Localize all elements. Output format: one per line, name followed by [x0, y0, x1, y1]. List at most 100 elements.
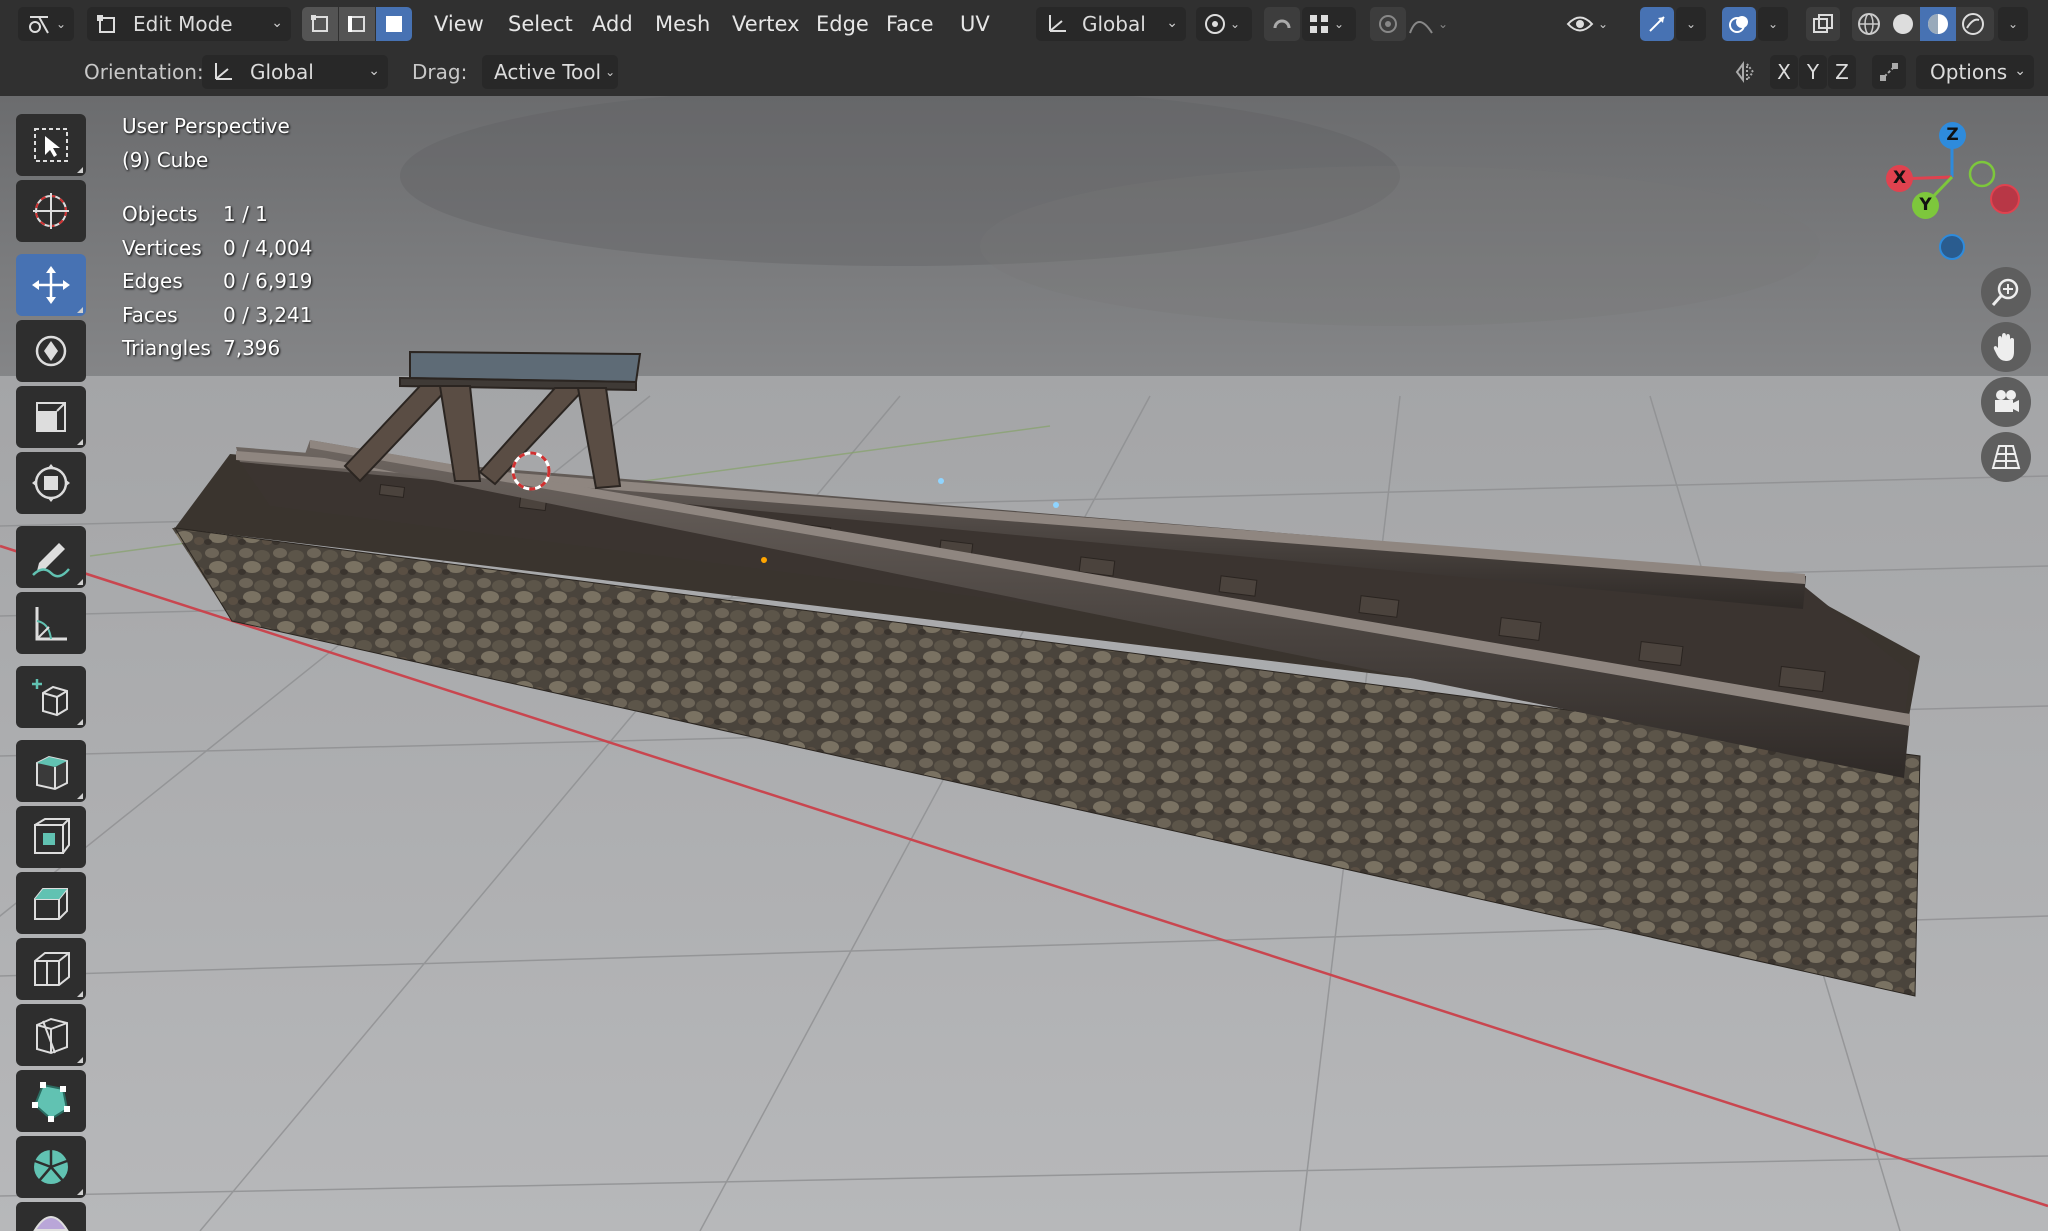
zoom-icon — [1991, 278, 2019, 306]
magnet-icon — [1273, 19, 1291, 29]
gizmo-neg-z — [1939, 234, 1965, 260]
cursor-tool[interactable] — [16, 180, 86, 242]
viewport-header: ⌄ Edit Mode ⌄ View Select Add Mesh Verte… — [0, 0, 2048, 49]
solid-sphere-icon — [1893, 14, 1913, 34]
menu-vertex[interactable]: Vertex — [724, 9, 808, 39]
transform-orientation-dropdown[interactable]: Global ⌄ — [1036, 7, 1186, 41]
orientation-axes-icon — [1049, 15, 1066, 32]
pivot-point-dropdown[interactable]: ⌄ — [1196, 7, 1252, 41]
solid-shading-button[interactable] — [1886, 7, 1920, 41]
mirror-toggle[interactable] — [1730, 55, 1760, 89]
3d-viewport[interactable]: User Perspective (9) Cube Objects 1 / 1 … — [0, 96, 2048, 1231]
menu-face[interactable]: Face — [878, 9, 942, 39]
stat-label: Triangles — [122, 336, 211, 360]
mode-dropdown[interactable]: Edit Mode ⌄ — [87, 7, 291, 41]
transform-icon — [32, 464, 70, 502]
perspective-toggle-button[interactable] — [1981, 432, 2031, 482]
orientation-field-label: Orientation: — [84, 60, 204, 84]
rotate-tool[interactable] — [16, 320, 86, 382]
mirror-y-button[interactable]: Y — [1799, 55, 1827, 89]
stat-value: 7,396 — [223, 336, 281, 360]
cursor-icon — [33, 193, 69, 229]
shading-mode-group — [1852, 7, 1994, 41]
editor-type-button[interactable]: ⌄ — [18, 7, 74, 41]
xray-toggle[interactable] — [1806, 7, 1840, 41]
measure-tool[interactable] — [16, 592, 86, 654]
extrude-region-tool[interactable] — [16, 740, 86, 802]
xray-icon — [1813, 14, 1833, 33]
stat-label: Edges — [122, 269, 183, 293]
loop-cut-tool[interactable] — [16, 938, 86, 1000]
menu-add[interactable]: Add — [584, 9, 641, 39]
overlays-toggle[interactable] — [1722, 7, 1756, 41]
proportional-edit-toggle[interactable] — [1370, 7, 1406, 41]
menu-uv[interactable]: UV — [952, 9, 998, 39]
select-box-tool[interactable] — [16, 114, 86, 176]
view-name: User Perspective — [122, 114, 290, 138]
chevron-down-icon: ⌄ — [1166, 15, 1178, 31]
mirror-z-button[interactable]: Z — [1828, 55, 1856, 89]
menu-edge[interactable]: Edge — [808, 9, 877, 39]
pan-button[interactable] — [1981, 322, 2031, 372]
menu-view[interactable]: View — [426, 9, 492, 39]
overlays-dropdown[interactable]: ⌄ — [1758, 7, 1788, 41]
stat-value: 0 / 3,241 — [223, 303, 313, 327]
shading-dropdown[interactable]: ⌄ — [1998, 7, 2028, 41]
orientation-dropdown[interactable]: Global ⌄ — [202, 55, 388, 89]
orientation-label: Global — [1082, 12, 1146, 36]
menu-mesh[interactable]: Mesh — [647, 9, 718, 39]
object-origin — [761, 557, 767, 563]
knife-tool[interactable] — [16, 1004, 86, 1066]
visibility-dropdown[interactable]: ⌄ — [1566, 7, 1620, 41]
stat-label: Faces — [122, 303, 178, 327]
material-sphere-icon — [1928, 14, 1948, 34]
gizmo-dropdown[interactable]: ⌄ — [1676, 7, 1706, 41]
smooth-icon — [33, 1216, 69, 1231]
drag-dropdown[interactable]: Active Tool ⌄ — [482, 55, 618, 89]
gizmo-z-handle[interactable]: Z — [1939, 122, 1966, 149]
menu-select[interactable]: Select — [500, 9, 581, 39]
smooth-tool[interactable] — [16, 1202, 86, 1231]
move-tool[interactable] — [16, 254, 86, 316]
camera-icon — [1995, 390, 2019, 412]
gizmo-arrow-icon — [1649, 16, 1665, 32]
edge-select-button[interactable] — [339, 7, 375, 41]
proportional-falloff-dropdown[interactable]: ⌄ — [1408, 7, 1464, 41]
face-select-button[interactable] — [376, 7, 412, 41]
gizmo-x-handle[interactable]: X — [1886, 165, 1913, 192]
stat-label: Objects — [122, 202, 198, 226]
transform-tool[interactable] — [16, 452, 86, 514]
annotate-tool[interactable] — [16, 526, 86, 588]
snap-toggle[interactable] — [1264, 7, 1300, 41]
bevel-tool[interactable] — [16, 872, 86, 934]
ruler-icon — [35, 607, 67, 641]
vertex-select-icon — [311, 15, 328, 32]
gizmo-y-handle[interactable]: Y — [1912, 192, 1939, 219]
bevel-icon — [34, 888, 68, 920]
face-select-icon — [386, 16, 402, 32]
spin-tool[interactable] — [16, 1136, 86, 1198]
navigation-gizmo[interactable]: Z X Y — [1870, 115, 2030, 265]
add-cube-icon — [32, 679, 68, 717]
grid-perspective-icon — [1991, 445, 2021, 469]
orientation-axes-icon — [215, 63, 232, 80]
tool-settings-bar: Orientation: Global ⌄ Drag: Active Tool … — [0, 48, 2048, 96]
inset-faces-tool[interactable] — [16, 806, 86, 868]
topology-mirror-button[interactable] — [1872, 55, 1906, 89]
wireframe-shading-button[interactable] — [1852, 7, 1886, 41]
zoom-button[interactable] — [1981, 267, 2031, 317]
options-dropdown[interactable]: Options ⌄ — [1916, 55, 2034, 89]
orientation-value: Global — [250, 60, 314, 84]
poly-build-icon — [32, 1082, 70, 1122]
material-shading-button[interactable] — [1920, 7, 1956, 41]
poly-build-tool[interactable] — [16, 1070, 86, 1132]
camera-view-button[interactable] — [1981, 377, 2031, 427]
mirror-x-button[interactable]: X — [1770, 55, 1798, 89]
rendered-shading-button[interactable] — [1956, 7, 1990, 41]
scale-tool[interactable] — [16, 386, 86, 448]
axis-y-label: Y — [1806, 60, 1820, 84]
gizmo-toggle[interactable] — [1640, 7, 1674, 41]
snap-target-dropdown[interactable]: ⌄ — [1302, 7, 1356, 41]
add-cube-tool[interactable] — [16, 666, 86, 728]
vertex-select-button[interactable] — [302, 7, 338, 41]
